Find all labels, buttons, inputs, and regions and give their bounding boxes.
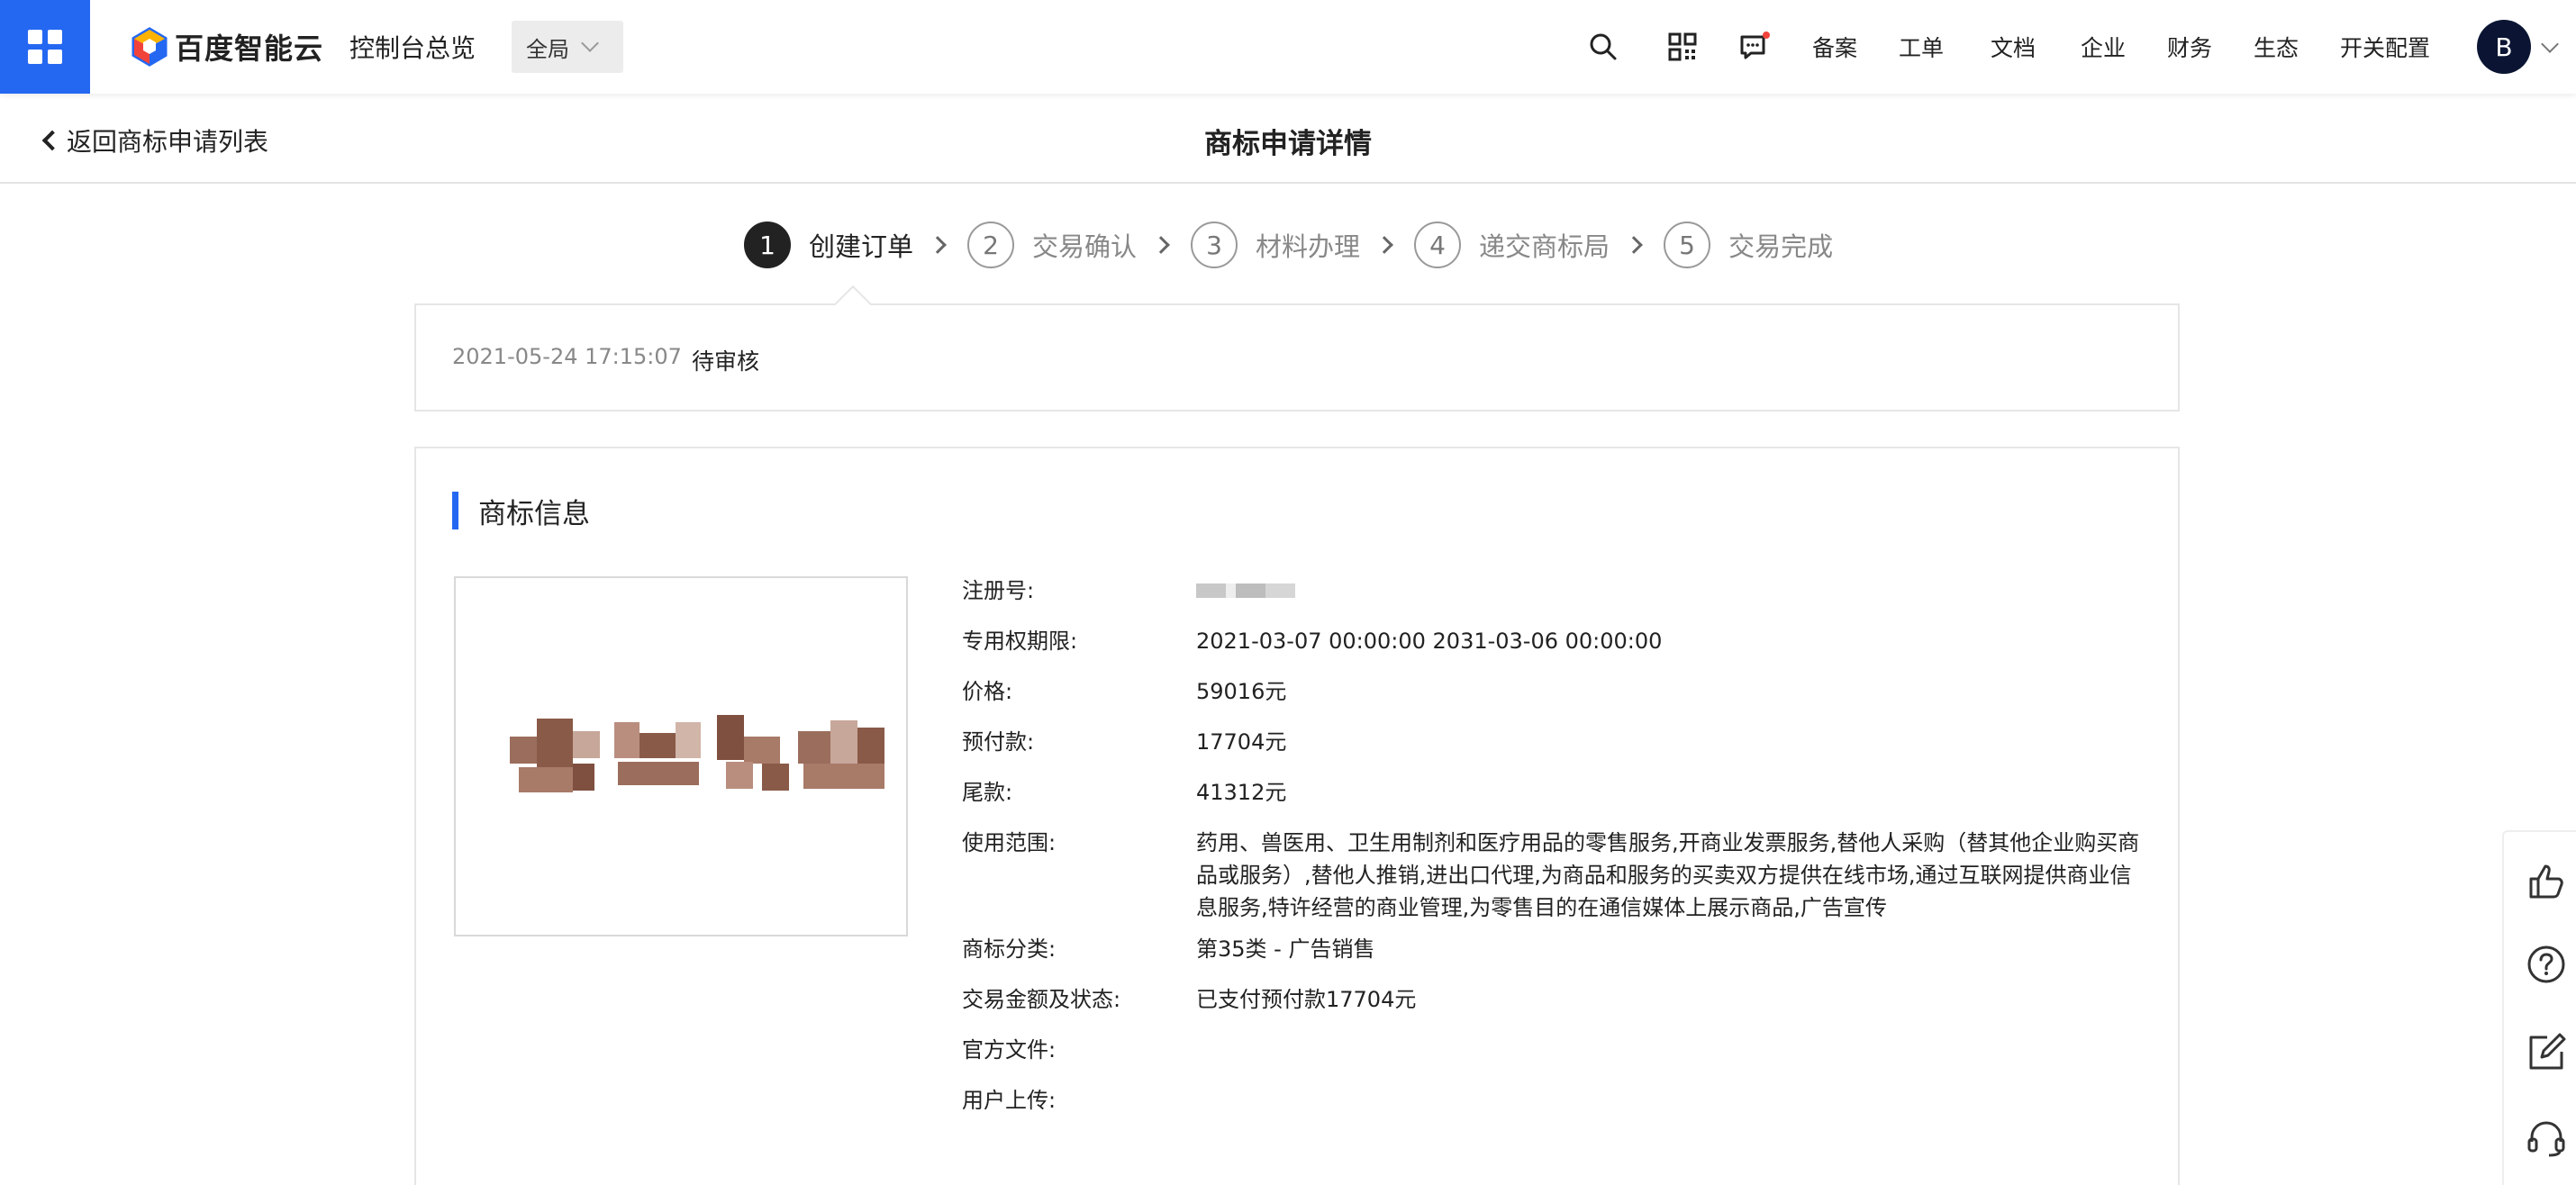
field-label: 尾款:	[962, 780, 1013, 805]
step-transaction-confirm: 2 交易确认	[967, 222, 1137, 268]
field-label: 注册号:	[962, 578, 1035, 603]
step-complete: 5 交易完成	[1664, 222, 1833, 268]
field-label: 交易金额及状态:	[962, 987, 1121, 1012]
qrcode-icon[interactable]	[1666, 31, 1699, 63]
avatar[interactable]: B	[2477, 20, 2531, 74]
console-overview-link[interactable]: 控制台总览	[349, 29, 476, 65]
step-label: 递交商标局	[1479, 231, 1610, 262]
progress-steps: 1 创建订单 2 交易确认 3 材料办理 4 递交商标局 5 交易完成	[744, 220, 1833, 270]
step-label: 交易确认	[1032, 231, 1138, 262]
region-select[interactable]: 全局	[512, 21, 623, 73]
chevron-right-icon	[1152, 236, 1170, 254]
chevron-right-icon	[1375, 236, 1393, 254]
edit-icon[interactable]	[2526, 1032, 2567, 1073]
order-status-card: 2021-05-24 17:15:07 待审核	[414, 303, 2180, 412]
apps-menu-button[interactable]	[0, 0, 90, 94]
step-number: 3	[1191, 222, 1238, 268]
logo-cube-icon	[132, 27, 168, 67]
headset-icon[interactable]	[2526, 1117, 2567, 1158]
field-label: 商标分类:	[962, 936, 1057, 962]
apps-grid-icon	[28, 30, 62, 64]
field-value: 第35类 - 广告销售	[1196, 936, 1375, 962]
field-label: 用户上传:	[962, 1088, 1057, 1113]
field-label: 价格:	[962, 679, 1013, 704]
status-badge: 待审核	[692, 348, 760, 375]
chevron-down-icon	[581, 34, 599, 52]
step-submit-office: 4 递交商标局	[1414, 222, 1610, 268]
field-value: 2021-03-07 00:00:00 2031-03-06 00:00:00	[1196, 629, 1663, 654]
trademark-info-card: 商标信息 注册号: 专用权期限: 2021-03-07 00:00:00 203…	[414, 447, 2180, 1185]
message-icon[interactable]	[1738, 31, 1771, 63]
step-label: 材料办理	[1256, 231, 1361, 262]
field-value: 药用、兽医用、卫生用制剂和医疗用品的零售服务,开商业发票服务,替他人采购（替其他…	[1196, 830, 2140, 920]
chevron-down-icon[interactable]	[2541, 35, 2559, 53]
nav-link-switch-config[interactable]: 开关配置	[2340, 31, 2430, 63]
nav-link-docs[interactable]: 文档	[1991, 31, 2036, 63]
top-navbar: 百度智能云 控制台总览 全局 备案 工单 文档 企业 财务 生态 开关配置 B	[0, 0, 2576, 94]
nav-link-finance[interactable]: 财务	[2167, 31, 2212, 63]
step-number: 4	[1414, 222, 1462, 268]
brand-logo[interactable]: 百度智能云	[130, 27, 323, 67]
chevron-right-icon	[929, 236, 947, 254]
step-number: 1	[744, 222, 791, 268]
field-label: 官方文件:	[962, 1037, 1057, 1063]
step-label: 交易完成	[1728, 231, 1834, 262]
nav-link-ecosystem[interactable]: 生态	[2254, 31, 2299, 63]
field-label: 使用范围:	[962, 830, 1057, 855]
step-number: 2	[967, 222, 1015, 268]
nav-link-beian[interactable]: 备案	[1812, 31, 1857, 63]
field-value: 17704元	[1196, 729, 1287, 755]
status-timestamp: 2021-05-24 17:15:07	[452, 344, 682, 369]
help-icon[interactable]	[2526, 944, 2567, 985]
step-number: 5	[1664, 222, 1711, 268]
nav-link-ticket[interactable]: 工单	[1899, 31, 1944, 63]
search-icon[interactable]	[1587, 31, 1619, 63]
step-create-order: 1 创建订单	[744, 222, 913, 268]
floating-toolbar	[2502, 830, 2576, 1185]
field-label: 预付款:	[962, 729, 1035, 755]
redacted-value	[1196, 583, 1295, 598]
field-value	[1196, 574, 2151, 607]
section-title-text: 商标信息	[478, 497, 590, 530]
field-label: 专用权期限:	[962, 629, 1078, 654]
nav-link-enterprise[interactable]: 企业	[2081, 31, 2126, 63]
trademark-image	[454, 576, 908, 936]
chevron-right-icon	[1625, 236, 1643, 254]
field-value: 41312元	[1196, 780, 1287, 805]
logo-text: 百度智能云	[175, 32, 324, 66]
thumbs-up-icon[interactable]	[2526, 861, 2567, 902]
step-materials: 3 材料办理	[1191, 222, 1360, 268]
field-value: 已支付预付款17704元	[1196, 987, 1417, 1012]
region-value: 全局	[526, 36, 569, 62]
page-title: 商标申请详情	[1204, 128, 1372, 160]
section-accent-bar	[452, 492, 458, 529]
section-title: 商标信息	[452, 492, 590, 530]
field-value: 59016元	[1196, 679, 1287, 704]
page-header: 返回商标申请列表 商标申请详情	[0, 94, 2576, 184]
step-label: 创建订单	[809, 231, 914, 262]
